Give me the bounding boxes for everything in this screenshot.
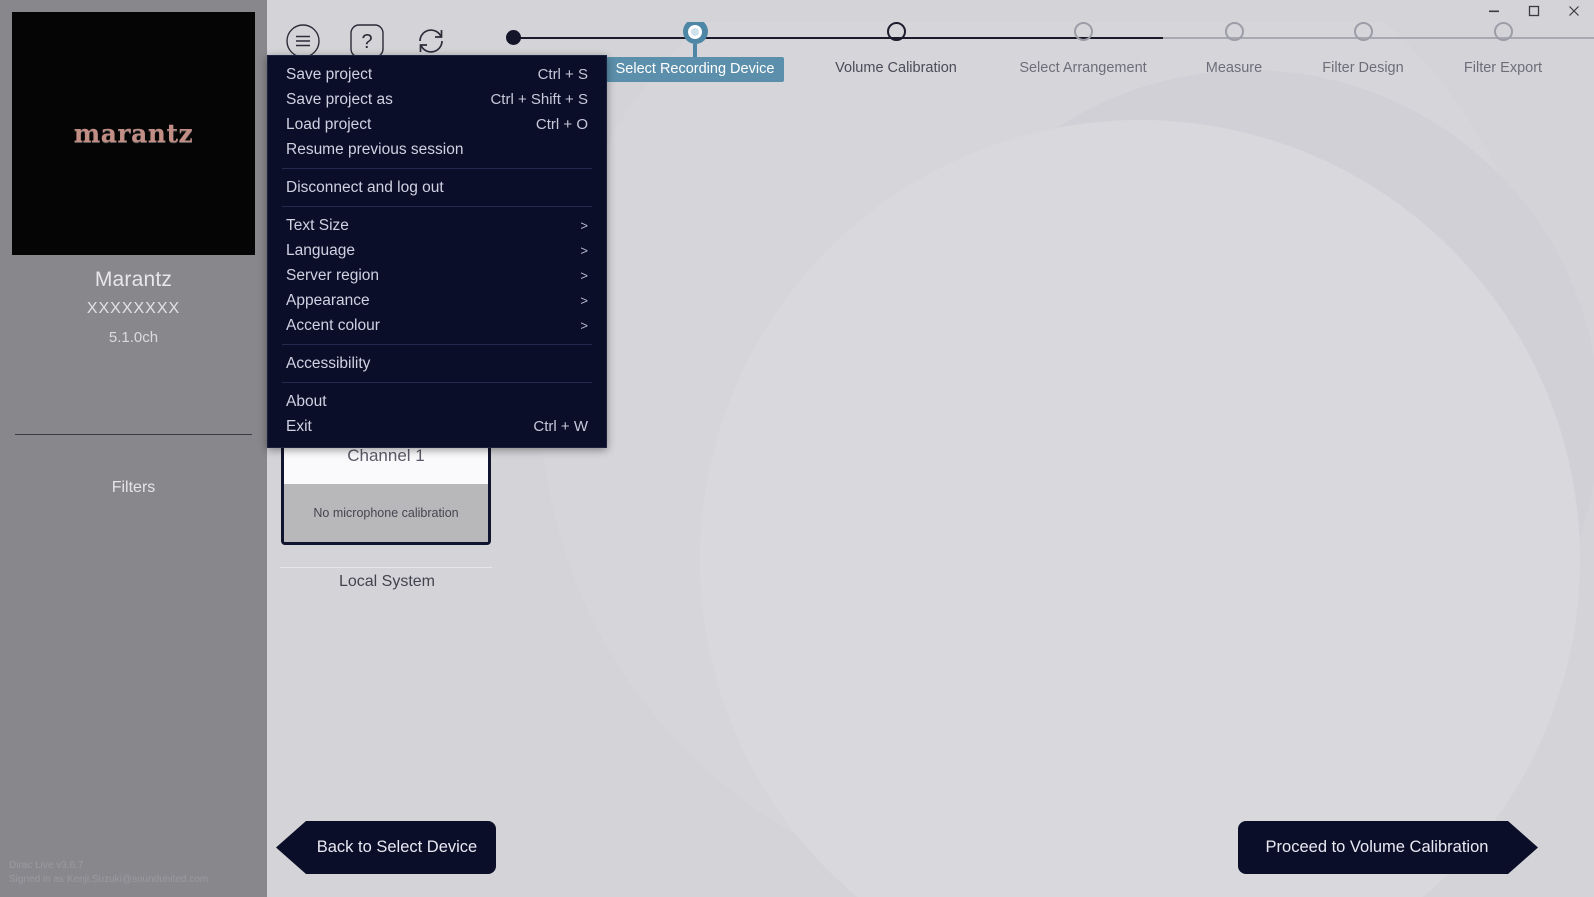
menu-item-about[interactable]: About — [268, 389, 606, 414]
menu-separator — [282, 382, 592, 383]
menu-item-server-region[interactable]: Server region > — [268, 263, 606, 288]
menu-item-shortcut: Ctrl + O — [536, 116, 588, 133]
maximize-icon[interactable] — [1514, 0, 1554, 22]
menu-item-save-project[interactable]: Save project Ctrl + S — [268, 62, 606, 87]
menu-item-label: Save project — [286, 66, 538, 84]
menu-item-appearance[interactable]: Appearance > — [268, 288, 606, 313]
svg-text:?: ? — [361, 31, 372, 53]
device-image: marantz — [12, 12, 255, 255]
menu-item-save-project-as[interactable]: Save project as Ctrl + Shift + S — [268, 87, 606, 112]
app-version: Dirac Live v3.6.7 — [9, 859, 208, 873]
minimize-icon[interactable] — [1474, 0, 1514, 22]
system-divider — [280, 567, 492, 568]
menu-item-text-size[interactable]: Text Size > — [268, 213, 606, 238]
proceed-button[interactable]: Proceed to Volume Calibration — [1238, 821, 1538, 874]
menu-item-accessibility[interactable]: Accessibility — [268, 351, 606, 376]
submenu-arrow-icon: > — [580, 293, 588, 308]
sidebar-item-filters[interactable]: Filters — [0, 479, 267, 497]
menu-item-label: Save project as — [286, 91, 490, 109]
menu-item-label: Disconnect and log out — [286, 179, 588, 197]
menu-item-label: Exit — [286, 418, 533, 436]
menu-item-shortcut: Ctrl + S — [538, 66, 588, 83]
sidebar-footer: Dirac Live v3.6.7 Signed in as Kenji.Suz… — [9, 859, 208, 887]
marantz-logo: marantz — [74, 119, 193, 148]
device-channel-config: 5.1.0ch — [0, 329, 267, 346]
dirac-live-window: marantz Marantz XXXXXXXX 5.1.0ch Filters… — [0, 0, 1594, 897]
submenu-arrow-icon: > — [580, 218, 588, 233]
system-label: Local System — [267, 573, 507, 591]
menu-item-label: Text Size — [286, 217, 580, 235]
menu-item-shortcut: Ctrl + Shift + S — [490, 91, 588, 108]
menu-item-label: Appearance — [286, 292, 580, 310]
device-model: XXXXXXXX — [0, 300, 267, 318]
menu-separator — [282, 206, 592, 207]
menu-item-label: Accessibility — [286, 355, 588, 373]
menu-item-language[interactable]: Language > — [268, 238, 606, 263]
back-button-label: Back to Select Device — [317, 838, 478, 857]
menu-item-exit[interactable]: Exit Ctrl + W — [268, 414, 606, 439]
signed-in-account: Signed in as Kenji.Suzuki@soundunited.co… — [9, 873, 208, 887]
main-dropdown-menu: Save project Ctrl + S Save project as Ct… — [267, 55, 607, 448]
channel-card-status: No microphone calibration — [284, 484, 488, 542]
menu-item-label: Language — [286, 242, 580, 260]
submenu-arrow-icon: > — [580, 318, 588, 333]
proceed-button-label: Proceed to Volume Calibration — [1266, 838, 1489, 857]
menu-separator — [282, 168, 592, 169]
sidebar-divider — [15, 434, 252, 435]
menu-item-label: Server region — [286, 267, 580, 285]
menu-separator — [282, 344, 592, 345]
menu-item-load-project[interactable]: Load project Ctrl + O — [268, 112, 606, 137]
menu-item-label: About — [286, 393, 588, 411]
window-titlebar — [267, 0, 1594, 22]
close-icon[interactable] — [1554, 0, 1594, 22]
menu-item-label: Accent colour — [286, 317, 580, 335]
menu-item-label: Resume previous session — [286, 141, 588, 159]
menu-item-accent-colour[interactable]: Accent colour > — [268, 313, 606, 338]
submenu-arrow-icon: > — [580, 243, 588, 258]
menu-item-resume-previous-session[interactable]: Resume previous session — [268, 137, 606, 162]
menu-item-disconnect-and-log-out[interactable]: Disconnect and log out — [268, 175, 606, 200]
submenu-arrow-icon: > — [580, 268, 588, 283]
menu-item-label: Load project — [286, 116, 536, 134]
left-sidebar: marantz Marantz XXXXXXXX 5.1.0ch Filters… — [0, 0, 267, 897]
menu-item-shortcut: Ctrl + W — [533, 418, 588, 435]
back-button[interactable]: Back to Select Device — [276, 821, 496, 874]
device-name: Marantz — [0, 268, 267, 292]
